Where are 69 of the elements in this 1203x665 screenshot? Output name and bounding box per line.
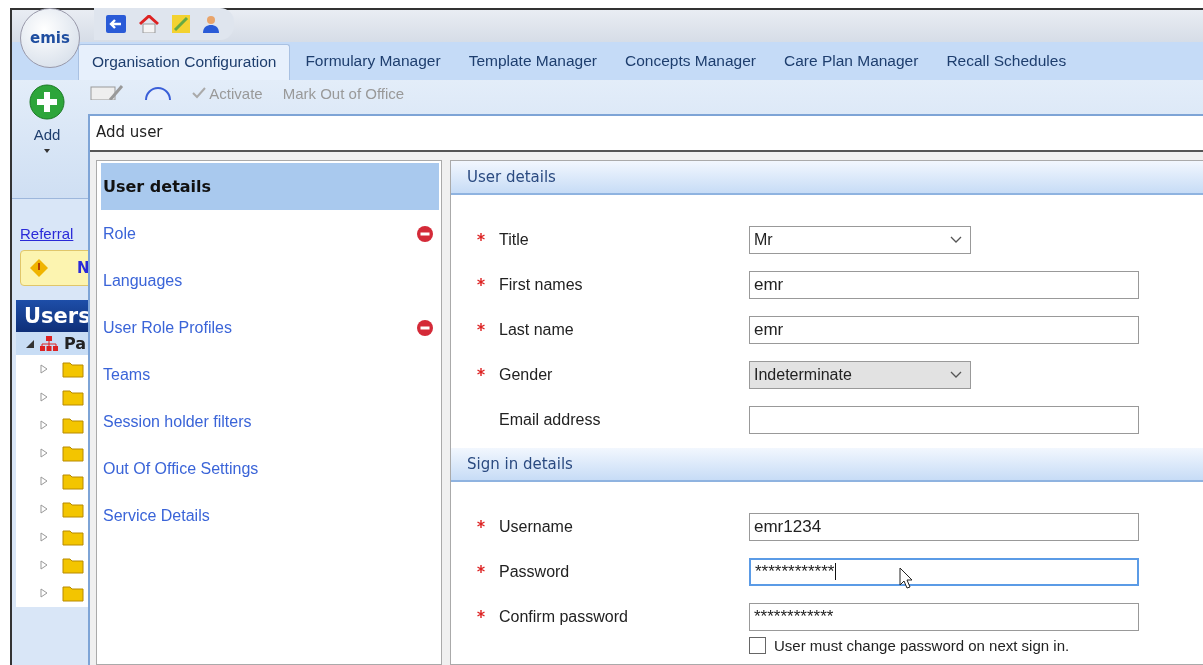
ribbon-tab[interactable]: Organisation Configuration xyxy=(78,44,291,80)
folder-icon[interactable] xyxy=(62,360,84,378)
section-header: User details xyxy=(451,161,1203,195)
ribbon-tab[interactable]: Care Plan Manager xyxy=(771,44,932,80)
org-chart-icon xyxy=(40,335,58,352)
user-icon[interactable] xyxy=(202,15,222,33)
folder-icon[interactable] xyxy=(62,388,84,406)
folder-icon[interactable] xyxy=(62,444,84,462)
dropdown-caret-icon[interactable] xyxy=(44,149,50,153)
back-arrow-icon[interactable] xyxy=(106,15,126,33)
dialog-title: Add user xyxy=(90,116,1203,152)
field-label: Gender xyxy=(499,365,554,384)
chevron-down-icon[interactable] xyxy=(950,370,962,379)
input-field[interactable]: emr xyxy=(749,315,1139,344)
input-field[interactable]: emr1234 xyxy=(749,512,1139,541)
field-label: First names xyxy=(499,275,584,294)
nav-item[interactable]: Role xyxy=(101,210,441,257)
warning-text: N xyxy=(77,259,90,277)
grid-edit-icon[interactable] xyxy=(90,84,124,100)
field-label: Password xyxy=(499,562,571,581)
ribbon-tab[interactable]: Recall Schedules xyxy=(933,44,1080,80)
home-icon[interactable] xyxy=(138,15,160,33)
add-icon[interactable] xyxy=(29,84,65,120)
required-asterisk-icon xyxy=(477,232,485,241)
nav-item[interactable]: Service Details xyxy=(101,492,441,539)
required-asterisk-icon xyxy=(477,322,485,331)
nav-item[interactable]: Session holder filters xyxy=(101,398,441,445)
field-label: Email address xyxy=(499,410,602,429)
input-field[interactable] xyxy=(749,405,1139,434)
expander-icon[interactable] xyxy=(26,339,34,348)
input-field[interactable]: ************ xyxy=(749,557,1139,586)
field-label: Title xyxy=(499,230,530,249)
ribbon-tab[interactable]: Concepts Manager xyxy=(612,44,769,80)
add-button[interactable]: Add xyxy=(33,126,61,143)
chevron-down-icon[interactable] xyxy=(950,235,962,244)
nav-item[interactable]: User details xyxy=(101,163,439,210)
checkbox-label[interactable]: User must change password on next sign in. xyxy=(774,637,1070,654)
field-label: Username xyxy=(499,517,574,536)
required-asterisk-icon xyxy=(477,609,485,618)
field-label: Confirm password xyxy=(499,607,629,626)
ribbon-tab[interactable]: Template Manager xyxy=(455,44,610,80)
folder-icon[interactable] xyxy=(62,500,84,518)
dropdown-field[interactable]: Indeterminate xyxy=(749,360,971,389)
nav-item[interactable]: Teams xyxy=(101,351,441,398)
dropdown-field[interactable]: Mr xyxy=(749,225,971,254)
required-asterisk-icon xyxy=(477,564,485,573)
mouse-pointer-icon xyxy=(899,567,913,589)
folder-icon[interactable] xyxy=(62,528,84,546)
app-logo[interactable]: emis xyxy=(20,8,80,68)
checkmark-icon xyxy=(192,86,206,99)
nav-item[interactable]: User Role Profiles xyxy=(101,304,441,351)
pencil-icon[interactable] xyxy=(172,15,190,33)
nav-item[interactable]: Languages xyxy=(101,257,441,304)
required-asterisk-icon xyxy=(477,367,485,376)
section-header: Sign in details xyxy=(451,448,1203,482)
input-field[interactable]: ************ xyxy=(749,602,1139,631)
nav-item[interactable]: Out Of Office Settings xyxy=(101,445,441,492)
tree-item-label[interactable]: Pa xyxy=(64,334,87,353)
required-asterisk-icon xyxy=(477,277,485,286)
folder-icon[interactable] xyxy=(62,556,84,574)
field-label: Last name xyxy=(499,320,575,339)
warning-icon xyxy=(29,258,49,278)
folder-icon[interactable] xyxy=(62,472,84,490)
input-field[interactable]: emr xyxy=(749,270,1139,299)
folder-icon[interactable] xyxy=(62,416,84,434)
checkbox[interactable] xyxy=(749,637,766,654)
folder-icon[interactable] xyxy=(62,584,84,602)
required-asterisk-icon xyxy=(477,519,485,528)
ribbon-tab[interactable]: Formulary Manager xyxy=(292,44,454,80)
